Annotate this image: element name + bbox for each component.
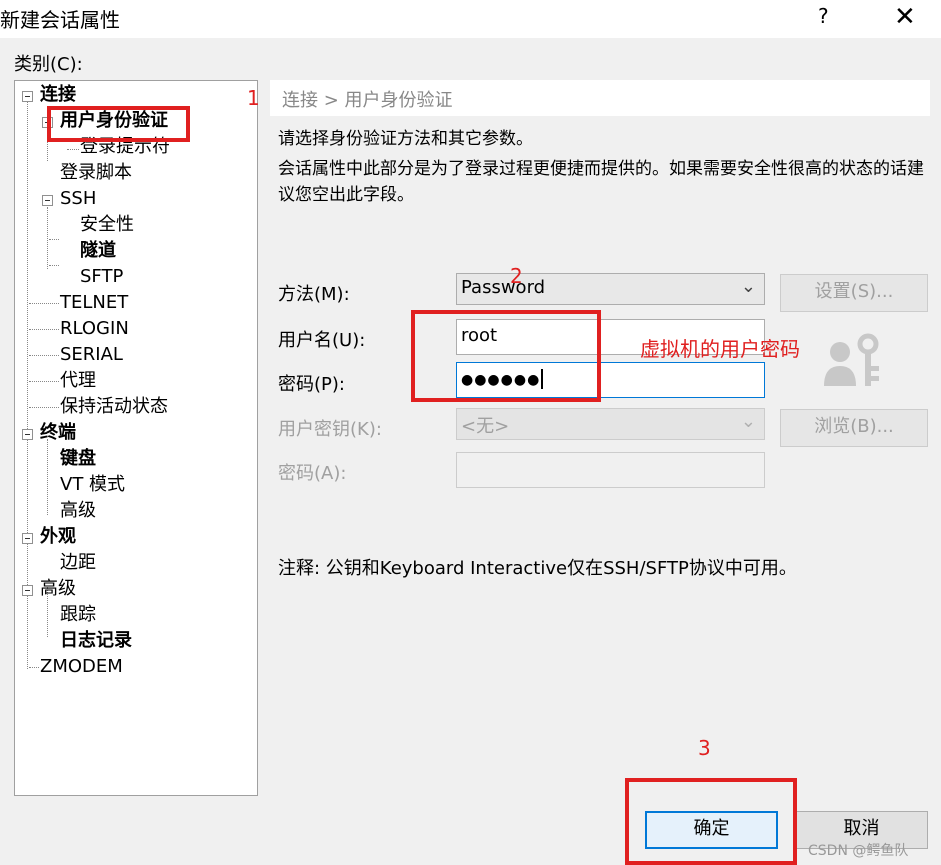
tree-collapse-icon[interactable]: [22, 585, 33, 596]
chevron-down-icon: ⌄: [740, 411, 756, 432]
annotation-vm-password: 虚拟机的用户密码: [640, 337, 800, 361]
tree-line: [29, 381, 59, 382]
tree-item-serial[interactable]: SERIAL: [60, 343, 123, 367]
protocol-note: 注释: 公钥和Keyboard Interactive仅在SSH/SFTP协议中…: [278, 558, 797, 579]
tree-item-trace[interactable]: 跟踪: [60, 603, 96, 627]
category-label: 类别(C):: [14, 54, 83, 75]
passphrase-label: 密码(A):: [278, 463, 347, 484]
tree-item-keyboard[interactable]: 键盘: [60, 447, 96, 471]
tree-item-security[interactable]: 安全性: [80, 213, 134, 237]
tree-item-sftp[interactable]: SFTP: [80, 265, 123, 289]
tree-line: [67, 149, 79, 150]
help-button[interactable]: ?: [818, 4, 829, 28]
tree-item-keepalive[interactable]: 保持活动状态: [60, 395, 168, 419]
annotation-box-3: [625, 778, 797, 865]
tree-line: [29, 407, 59, 408]
password-label: 密码(P):: [278, 374, 345, 395]
tree-item-vt-mode[interactable]: VT 模式: [60, 473, 125, 497]
tree-item-telnet[interactable]: TELNET: [60, 291, 128, 315]
title-bar: 新建会话属性 ? ✕: [0, 0, 941, 38]
method-value: Password: [461, 277, 546, 298]
tree-item-appearance[interactable]: 外观: [40, 525, 76, 549]
userkey-label: 用户密钥(K):: [278, 419, 382, 440]
tree-item-proxy[interactable]: 代理: [60, 369, 96, 393]
close-button[interactable]: ✕: [894, 2, 916, 32]
tree-item-terminal-advanced[interactable]: 高级: [60, 499, 96, 523]
breadcrumb-bar: 连接 > 用户身份验证: [270, 80, 930, 116]
annotation-box-1: [47, 106, 190, 142]
tree-line: [47, 439, 48, 515]
breadcrumb: 连接 > 用户身份验证: [282, 90, 453, 111]
tree-collapse-icon[interactable]: [22, 91, 33, 102]
description-line-1: 请选择身份验证方法和其它参数。: [278, 129, 533, 149]
chevron-down-icon: ⌄: [740, 276, 756, 297]
tree-line: [29, 355, 59, 356]
window-title: 新建会话属性: [0, 8, 120, 32]
tree-item-logging[interactable]: 日志记录: [60, 629, 132, 653]
description-line-2: 会话属性中此部分是为了登录过程更便捷而提供的。如果需要安全性很高的状态的话建议您…: [278, 159, 924, 205]
annotation-number-2: 2: [510, 264, 523, 288]
tree-item-zmodem[interactable]: ZMODEM: [40, 655, 123, 679]
tree-item-login-script[interactable]: 登录脚本: [60, 161, 132, 185]
browse-button[interactable]: 浏览(B)...: [780, 409, 928, 447]
annotation-number-1: 1: [247, 86, 260, 110]
tree-collapse-icon[interactable]: [22, 533, 33, 544]
annotation-number-3: 3: [698, 736, 711, 760]
tree-line: [47, 207, 48, 269]
tree-line: [29, 329, 59, 330]
tree-line: [27, 101, 28, 669]
tree-line: [29, 303, 59, 304]
userkey-value: <无>: [461, 416, 510, 437]
tree-line: [49, 239, 59, 240]
username-label: 用户名(U):: [278, 330, 366, 351]
tree-item-rlogin[interactable]: RLOGIN: [60, 317, 129, 341]
category-tree[interactable]: 连接 用户身份验证 登录提示符 登录脚本 SSH 安全性 隧道 SFTP TEL…: [14, 80, 258, 796]
passphrase-input[interactable]: [456, 452, 765, 488]
watermark: CSDN @鳄鱼队: [808, 843, 909, 859]
settings-button[interactable]: 设置(S)...: [780, 274, 928, 312]
tree-line: [49, 265, 59, 266]
tree-item-advanced[interactable]: 高级: [40, 577, 76, 601]
tree-item-margins[interactable]: 边距: [60, 551, 96, 575]
annotation-box-2: [411, 310, 601, 402]
userkey-select[interactable]: <无> ⌄: [456, 408, 765, 440]
method-label: 方法(M):: [278, 284, 350, 305]
tree-item-tunnel[interactable]: 隧道: [80, 239, 116, 263]
user-key-icon: [824, 333, 879, 386]
method-select[interactable]: Password ⌄: [456, 273, 765, 305]
tree-line: [29, 667, 39, 668]
tree-collapse-icon[interactable]: [42, 195, 53, 206]
tree-item-terminal[interactable]: 终端: [40, 421, 76, 445]
tree-collapse-icon[interactable]: [22, 429, 33, 440]
tree-item-ssh[interactable]: SSH: [60, 187, 96, 211]
tree-item-connection[interactable]: 连接: [40, 83, 76, 107]
